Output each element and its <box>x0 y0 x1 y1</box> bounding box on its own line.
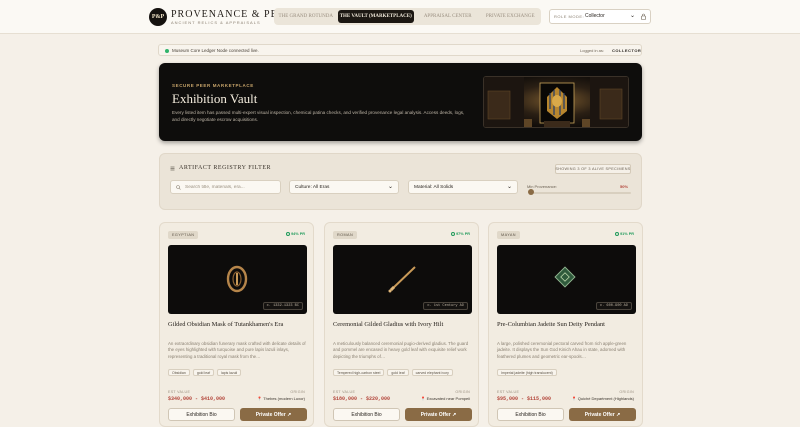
exhibition-bio-button[interactable]: Exhibition Bio <box>333 408 400 421</box>
brand-subtitle: ANCIENT RELICS & APPRAISALS <box>171 20 261 25</box>
status-message: Museum Core Ledger Node connected live. <box>172 48 259 53</box>
material-select[interactable]: Material: All Solids ⌄ <box>408 180 518 194</box>
material-tag: lapis lazuli <box>217 369 242 376</box>
lock-icon[interactable] <box>641 13 646 20</box>
est-value: $95,000 - $115,000 <box>497 396 552 402</box>
role-mode-select[interactable]: ROLE MODE: Collector ⌄ <box>549 9 651 24</box>
est-value: $180,000 - $220,000 <box>333 396 391 402</box>
origin-value: 📍 Quiché Department (Highlands) <box>571 396 634 401</box>
filter-lines-icon <box>170 166 175 171</box>
hero-eyebrow: SECURE PEER MARKETPLACE <box>172 83 254 88</box>
exhibition-bio-button[interactable]: Exhibition Bio <box>497 408 564 421</box>
culture-tag: ROMAN <box>333 231 358 239</box>
chevron-down-icon: ⌄ <box>387 184 393 190</box>
verified-icon <box>615 232 620 236</box>
origin-label: ORIGIN <box>455 390 470 394</box>
search-icon <box>176 185 181 190</box>
est-value-label: EST VALUE <box>497 390 520 394</box>
origin-value-text: Excavated near Pompeii <box>426 396 470 401</box>
page-title: Exhibition Vault <box>172 91 258 106</box>
origin-value-text: Quiché Department (Highlands) <box>577 396 634 401</box>
logged-in-role: COLLECTOR <box>612 48 642 53</box>
private-offer-button[interactable]: Private Offer ↗ <box>405 408 472 421</box>
artifact-title[interactable]: Pre-Columbian Jadeite Sun Deity Pendant <box>497 321 639 329</box>
search-field[interactable] <box>170 180 281 194</box>
top-header: P&P PROVENANCE & PEERS ANCIENT RELICS & … <box>0 0 800 34</box>
material-tag: gold leaf <box>387 369 409 376</box>
est-value: $340,000 - $410,000 <box>168 396 226 402</box>
artifact-card: MAYAN 91% PR c. 600-900 AD Pre-Columbian… <box>488 222 643 427</box>
role-mode-label: ROLE MODE: <box>554 14 585 19</box>
provenance-value: 50% <box>620 184 629 189</box>
role-mode-value: Collector <box>585 13 605 19</box>
artifact-description: A large, polished ceremonial pectoral ca… <box>497 341 627 359</box>
main-nav: THE GRAND ROTUNDA THE VAULT (MARKETPLACE… <box>274 8 541 25</box>
material-tag: Obsidian <box>168 369 190 376</box>
hero-gallery-image <box>483 76 629 128</box>
tab-private-exchange[interactable]: PRIVATE EXCHANGE <box>481 10 539 23</box>
provenance-score: 94% PR <box>291 232 305 236</box>
tab-appraisal-center[interactable]: APPRAISAL CENTER <box>416 10 480 23</box>
tab-vault-marketplace[interactable]: THE VAULT (MARKETPLACE) <box>337 10 414 23</box>
hero-description: Every listed item has passed multi-exper… <box>172 110 465 122</box>
artifact-date: c. 1332-1323 BC <box>262 302 303 310</box>
material-tag: gold leaf <box>192 369 215 376</box>
chevron-down-icon: ⌄ <box>630 13 636 19</box>
artifact-image[interactable]: c. 600-900 AD <box>497 245 636 314</box>
provenance-score: 97% PR <box>456 232 470 236</box>
material-select-value: Material: All Solids <box>414 185 454 190</box>
artifact-image[interactable]: c. 1332-1323 BC <box>168 245 307 314</box>
material-tags: Imperial jadeite (high translucent) <box>497 369 557 376</box>
private-offer-button[interactable]: Private Offer ↗ <box>240 408 307 421</box>
artifact-filter-panel: ARTIFACT REGISTRY FILTER SHOWING 3 OF 3 … <box>159 153 642 210</box>
artifact-image[interactable]: c. 1st Century AD <box>333 245 472 314</box>
results-count-badge: SHOWING 3 OF 3 ALIVE SPECIMENS <box>555 164 631 174</box>
origin-value: 📍 Excavated near Pompeii <box>420 396 470 401</box>
provenance-slider-thumb[interactable] <box>528 189 535 195</box>
verified-icon <box>286 232 291 236</box>
artifact-description: An extraordinary obsidian funerary mask … <box>168 341 306 359</box>
provenance-slider-track[interactable] <box>529 192 631 194</box>
culture-select[interactable]: Culture: All Eras ⌄ <box>289 180 399 194</box>
provenance-score-badge: 91% PR <box>615 232 634 236</box>
private-offer-button[interactable]: Private Offer ↗ <box>569 408 636 421</box>
artifact-date: c. 1st Century AD <box>423 302 468 310</box>
artifact-card: EGYPTIAN 94% PR c. 1332-1323 BC Gilded O… <box>159 222 314 427</box>
origin-label: ORIGIN <box>619 390 634 394</box>
hero-banner: SECURE PEER MARKETPLACE Exhibition Vault… <box>159 63 642 141</box>
provenance-score-badge: 97% PR <box>451 232 470 236</box>
material-tag: Imperial jadeite (high translucent) <box>497 369 557 376</box>
est-value-label: EST VALUE <box>168 390 191 394</box>
culture-tag: EGYPTIAN <box>168 231 199 239</box>
culture-tag: MAYAN <box>497 231 520 239</box>
origin-label: ORIGIN <box>290 390 305 394</box>
verified-icon <box>451 232 456 236</box>
material-tags: Tempered high-carbon steel gold leaf car… <box>333 369 453 376</box>
material-tag: carved elephant ivory <box>411 369 453 376</box>
origin-value: 📍 Thebes (modern Luxor) <box>257 396 305 401</box>
material-tag: Tempered high-carbon steel <box>333 369 385 376</box>
provenance-score: 91% PR <box>620 232 634 236</box>
filter-title: ARTIFACT REGISTRY FILTER <box>179 165 271 171</box>
artifact-title[interactable]: Gilded Obsidian Mask of Tutankhamen's Er… <box>168 321 310 329</box>
material-tags: Obsidian gold leaf lapis lazuli <box>168 369 242 376</box>
chevron-down-icon: ⌄ <box>506 184 512 190</box>
artifact-description: A meticulously balanced ceremonial pugio… <box>333 341 469 359</box>
tab-grand-rotunda[interactable]: THE GRAND ROTUNDA <box>276 10 336 23</box>
logged-in-label: Logged in as: <box>580 48 605 53</box>
status-dot-icon <box>165 49 169 53</box>
est-value-label: EST VALUE <box>333 390 356 394</box>
artifact-title[interactable]: Ceremonial Gilded Gladius with Ivory Hil… <box>333 321 475 329</box>
culture-select-value: Culture: All Eras <box>295 185 330 190</box>
origin-value-text: Thebes (modern Luxor) <box>263 396 305 401</box>
provenance-score-badge: 94% PR <box>286 232 305 236</box>
brand-logo[interactable]: P&P <box>149 8 167 26</box>
search-input[interactable] <box>185 183 277 192</box>
artifact-card: ROMAN 97% PR c. 1st Century AD Ceremonia… <box>324 222 479 427</box>
ledger-status-bar: Museum Core Ledger Node connected live. … <box>158 44 642 56</box>
exhibition-bio-button[interactable]: Exhibition Bio <box>168 408 235 421</box>
artifact-date: c. 600-900 AD <box>595 302 632 310</box>
